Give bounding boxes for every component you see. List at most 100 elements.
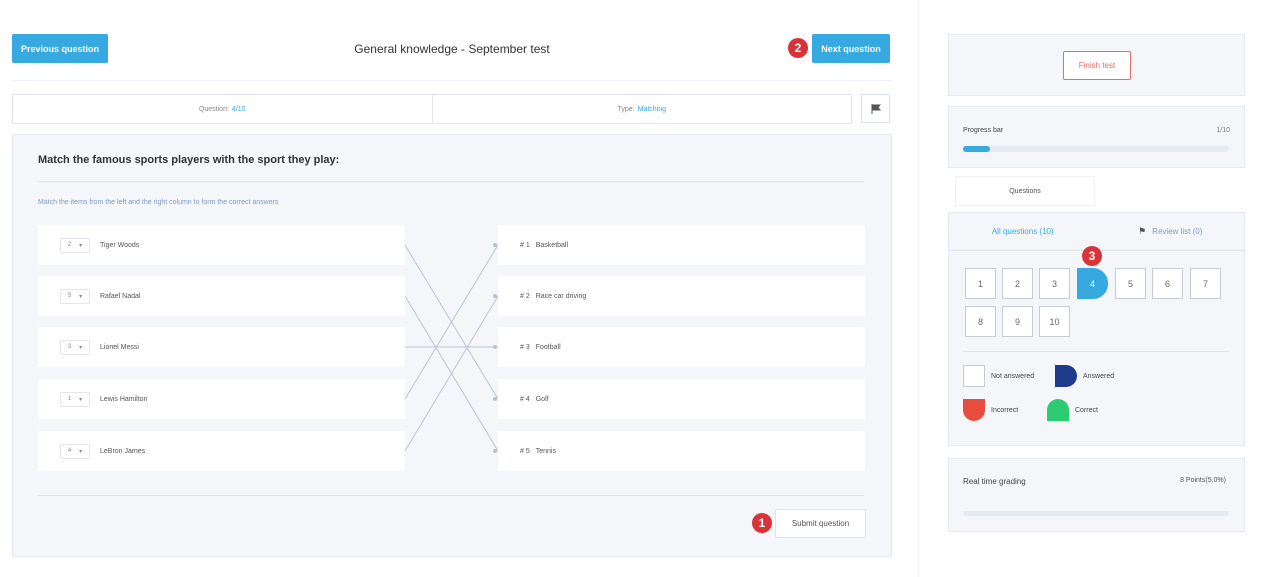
divider	[12, 80, 892, 81]
question-instruction: Match the items from the left and the ri…	[38, 199, 279, 206]
grading-value: 8 Points(5.0%)	[1180, 477, 1226, 484]
left-item: 1 ▾ Lewis Hamilton	[38, 379, 405, 419]
right-item: # 4 Golf	[498, 379, 865, 419]
tab-all-questions[interactable]: All questions (10)	[949, 213, 1097, 250]
question-tabs: All questions (10) ⚑ Review list (0)	[949, 213, 1244, 251]
question-button[interactable]: 7	[1190, 268, 1221, 299]
chevron-down-icon: ▾	[79, 293, 83, 300]
question-button[interactable]: 8	[965, 306, 996, 337]
match-point	[493, 345, 497, 349]
match-select-value: 4	[67, 448, 72, 454]
legend-label: Incorrect	[991, 406, 1019, 414]
right-item: # 3 Football	[498, 327, 865, 367]
next-question-button[interactable]: Next question	[812, 34, 890, 63]
legend-label: Not answered	[991, 372, 1035, 380]
sport-name: Race car driving	[535, 292, 587, 300]
right-item: # 2 Race car driving	[498, 276, 865, 316]
sport-number: # 4	[520, 395, 530, 403]
flag-icon	[871, 103, 881, 114]
match-select[interactable]: 5 ▾	[60, 288, 90, 304]
tab-review-list[interactable]: ⚑ Review list (0)	[1097, 213, 1245, 250]
divider	[38, 181, 864, 182]
tab-all-questions-label: All questions (10)	[991, 227, 1054, 236]
questions-panel: All questions (10) ⚑ Review list (0) 3 1 …	[948, 212, 1245, 446]
question-type-value: Matching	[637, 105, 667, 113]
question-card: Match the famous sports players with the…	[12, 134, 892, 557]
legend-incorrect: Incorrect	[963, 399, 1018, 421]
match-point	[493, 294, 497, 298]
main-area: Previous question General knowledge - Se…	[12, 0, 892, 577]
legend-label: Correct	[1075, 406, 1098, 414]
left-item: 2 ▾ Tiger Woods	[38, 225, 405, 265]
vertical-separator	[918, 0, 919, 577]
match-point	[493, 449, 497, 453]
question-type-cell: Type: Matching	[431, 95, 852, 123]
match-select[interactable]: 4 ▾	[60, 443, 90, 459]
legend-answered: Answered	[1055, 365, 1114, 387]
question-button[interactable]: 1	[965, 268, 996, 299]
match-select-value: 1	[67, 396, 72, 402]
match-select-value: 3	[67, 344, 72, 350]
question-text: Match the famous sports players with the…	[38, 154, 340, 166]
flag-question-button[interactable]	[861, 94, 890, 123]
left-item: 4 ▾ LeBron James	[38, 431, 405, 471]
finish-test-button[interactable]: Finish test	[1063, 51, 1131, 80]
sport-name: Football	[535, 343, 561, 351]
match-point	[493, 397, 497, 401]
sport-name: Golf	[535, 395, 549, 403]
flag-icon: ⚑	[1138, 226, 1147, 236]
player-name: LeBron James	[100, 447, 146, 455]
left-item: 3 ▾ Lionel Messi	[38, 327, 405, 367]
match-select[interactable]: 1 ▾	[60, 391, 90, 407]
player-name: Tiger Woods	[100, 241, 140, 249]
sport-number: # 5	[520, 447, 530, 455]
question-button[interactable]: 6	[1152, 268, 1183, 299]
answered-swatch	[1055, 365, 1077, 387]
match-select[interactable]: 3 ▾	[60, 339, 90, 355]
submit-question-button[interactable]: Submit question	[775, 509, 866, 538]
question-button-current[interactable]: 4	[1077, 268, 1108, 299]
chevron-down-icon: ▾	[79, 396, 83, 403]
question-button[interactable]: 5	[1115, 268, 1146, 299]
sport-number: # 2	[520, 292, 530, 300]
not-answered-swatch	[963, 365, 985, 387]
incorrect-swatch	[963, 399, 985, 421]
chevron-down-icon: ▾	[79, 242, 83, 249]
question-number-value: 4/10	[231, 105, 246, 113]
question-button[interactable]: 3	[1039, 268, 1070, 299]
match-select-value: 5	[67, 293, 72, 299]
tab-questions[interactable]: Questions	[955, 176, 1095, 206]
question-number-label: Question:	[198, 105, 229, 113]
submit-badge: 1	[752, 513, 772, 533]
legend-not-answered: Not answered	[963, 365, 1034, 387]
sport-number: # 3	[520, 343, 530, 351]
progress-bar	[963, 146, 1229, 152]
left-item: 5 ▾ Rafael Nadal	[38, 276, 405, 316]
chevron-down-icon: ▾	[79, 448, 83, 455]
legend-label: Answered	[1083, 372, 1115, 380]
right-item: # 5 Tennis	[498, 431, 865, 471]
test-title: General knowledge - September test	[354, 42, 550, 56]
progress-count: 1/10	[1216, 127, 1230, 134]
sport-name: Basketball	[535, 241, 569, 249]
next-badge: 2	[788, 38, 808, 58]
tab-review-list-label: Review list (0)	[1152, 227, 1203, 236]
divider	[963, 351, 1229, 352]
progress-panel: Progress bar 1/10	[948, 106, 1245, 168]
question-info-bar: Question: 4/10 Type: Matching	[12, 94, 852, 124]
player-name: Rafael Nadal	[100, 292, 141, 300]
current-badge: 3	[1082, 246, 1102, 266]
question-button[interactable]: 10	[1039, 306, 1070, 337]
divider	[38, 495, 864, 496]
grading-bar	[963, 511, 1229, 516]
question-number-cell: Question: 4/10	[13, 95, 432, 123]
topbar: Previous question General knowledge - Se…	[12, 34, 892, 66]
progress-fill	[963, 146, 990, 152]
grading-label: Real time grading	[963, 477, 1026, 486]
correct-swatch	[1047, 399, 1069, 421]
player-name: Lionel Messi	[100, 343, 139, 351]
match-select[interactable]: 2 ▾	[60, 237, 90, 253]
question-button[interactable]: 2	[1002, 268, 1033, 299]
question-button[interactable]: 9	[1002, 306, 1033, 337]
legend-correct: Correct	[1047, 399, 1098, 421]
